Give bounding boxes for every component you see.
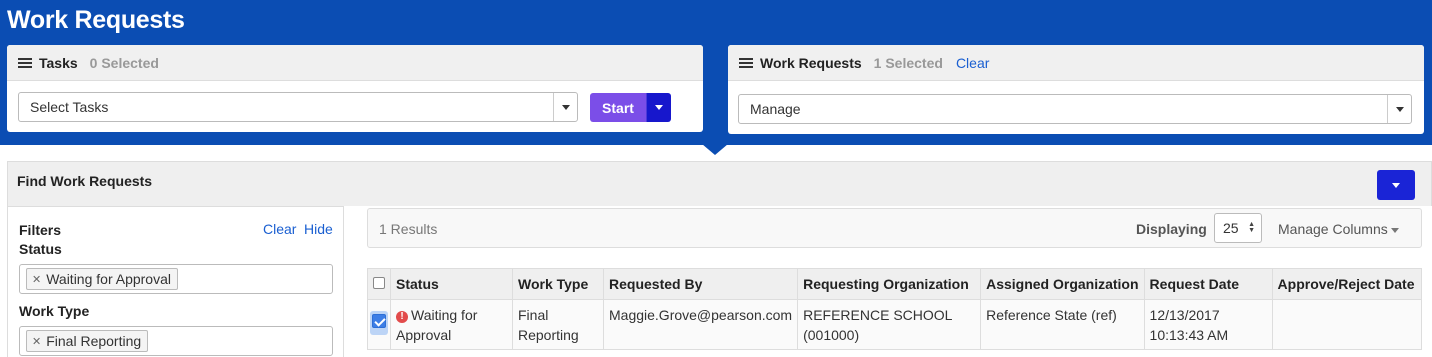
manage-columns-label: Manage Columns xyxy=(1278,221,1388,237)
start-options-button[interactable] xyxy=(646,93,671,122)
manage-dropdown[interactable]: Manage xyxy=(738,94,1412,124)
filters-panel: Filters Clear Hide Status ✕ Waiting for … xyxy=(7,206,344,357)
find-options-button[interactable] xyxy=(1377,170,1415,200)
request-date-cell: 12/13/2017 10:13:43 AM xyxy=(1143,299,1273,350)
work-requests-selected-count: 1 Selected xyxy=(873,54,943,71)
select-tasks-dropdown[interactable]: Select Tasks xyxy=(18,92,578,122)
caret-down-icon[interactable] xyxy=(553,93,577,121)
tasks-selected-count: 0 Selected xyxy=(89,54,159,71)
caret-down-icon xyxy=(655,105,663,110)
displaying-label: Displaying xyxy=(1136,221,1207,237)
status-filter-tag: ✕ Waiting for Approval xyxy=(26,268,178,290)
filters-title: Filters xyxy=(19,222,62,238)
work-type-cell: Final Reporting xyxy=(512,299,604,350)
column-header-assigned-org[interactable]: Assigned Organization xyxy=(980,268,1145,300)
select-tasks-value: Select Tasks xyxy=(30,99,109,115)
column-header-approve-reject-date[interactable]: Approve/Reject Date xyxy=(1271,268,1423,300)
manage-columns-button[interactable]: Manage Columns xyxy=(1278,221,1399,237)
results-toolbar: 1 Results Displaying 25 ▲ ▼ Manage Column… xyxy=(367,208,1422,248)
list-icon xyxy=(739,57,753,68)
start-button-group: Start xyxy=(590,93,671,122)
approve-reject-date-cell xyxy=(1271,299,1423,350)
work-type-filter-tag-label: Final Reporting xyxy=(46,333,142,349)
manage-dropdown-value: Manage xyxy=(750,101,801,117)
pointer-arrow xyxy=(702,144,728,155)
spinner-icon: ▲ ▼ xyxy=(1248,221,1255,234)
column-header-requesting-org[interactable]: Requesting Organization xyxy=(797,268,982,300)
row-select-cell xyxy=(367,299,391,350)
results-count: 1 Results xyxy=(379,221,438,237)
work-type-filter-label: Work Type xyxy=(19,303,90,319)
caret-down-icon[interactable] xyxy=(1387,95,1411,123)
column-header-requested-by[interactable]: Requested By xyxy=(602,268,799,300)
status-cell: ! Waiting for Approval xyxy=(390,299,513,350)
start-button[interactable]: Start xyxy=(590,93,646,122)
column-header-request-date[interactable]: Request Date xyxy=(1143,268,1273,300)
page-size-select[interactable]: 25 ▲ ▼ xyxy=(1214,213,1262,243)
select-all-checkbox[interactable] xyxy=(373,277,385,289)
filters-hide-link[interactable]: Hide xyxy=(304,221,333,237)
table-row[interactable]: ! Waiting for Approval Final Reporting Ma… xyxy=(367,299,1423,350)
work-requests-title: Work Requests xyxy=(760,54,862,71)
list-icon xyxy=(18,57,32,68)
requested-by-cell: Maggie.Grove@pearson.com xyxy=(602,299,799,350)
row-checkbox-focus xyxy=(370,311,388,335)
caret-down-icon xyxy=(1390,227,1399,233)
row-checkbox[interactable] xyxy=(372,314,386,328)
warning-icon: ! xyxy=(396,311,408,323)
status-value: Waiting for Approval xyxy=(396,307,478,343)
column-header-work-type[interactable]: Work Type xyxy=(512,268,604,300)
requesting-org-cell: REFERENCE SCHOOL (001000) xyxy=(797,299,982,350)
work-type-filter-tag: ✕ Final Reporting xyxy=(26,330,149,352)
remove-tag-icon[interactable]: ✕ xyxy=(32,273,41,286)
find-work-requests-header: Find Work Requests xyxy=(7,161,1432,206)
page-size-value: 25 xyxy=(1223,220,1239,236)
tasks-title: Tasks xyxy=(39,54,78,71)
status-filter-label: Status xyxy=(19,241,62,257)
status-filter-tag-label: Waiting for Approval xyxy=(46,271,171,287)
page-title: Work Requests xyxy=(7,6,185,34)
caret-down-icon xyxy=(1392,182,1400,188)
work-requests-table: Status Work Type Requested By Requesting… xyxy=(367,268,1423,350)
select-all-cell xyxy=(367,268,391,300)
work-type-filter-input[interactable]: ✕ Final Reporting xyxy=(19,326,333,356)
tasks-panel-header: Tasks 0 Selected xyxy=(7,45,703,81)
assigned-org-cell: Reference State (ref) xyxy=(980,299,1145,350)
remove-tag-icon[interactable]: ✕ xyxy=(32,335,41,348)
table-header-row: Status Work Type Requested By Requesting… xyxy=(367,268,1423,300)
column-header-status[interactable]: Status xyxy=(390,268,513,300)
work-requests-panel-header: Work Requests 1 Selected Clear xyxy=(728,45,1424,81)
status-filter-input[interactable]: ✕ Waiting for Approval xyxy=(19,264,333,294)
find-title: Find Work Requests xyxy=(17,173,153,189)
filters-clear-link[interactable]: Clear xyxy=(263,221,296,237)
clear-selection-link[interactable]: Clear xyxy=(956,55,989,71)
